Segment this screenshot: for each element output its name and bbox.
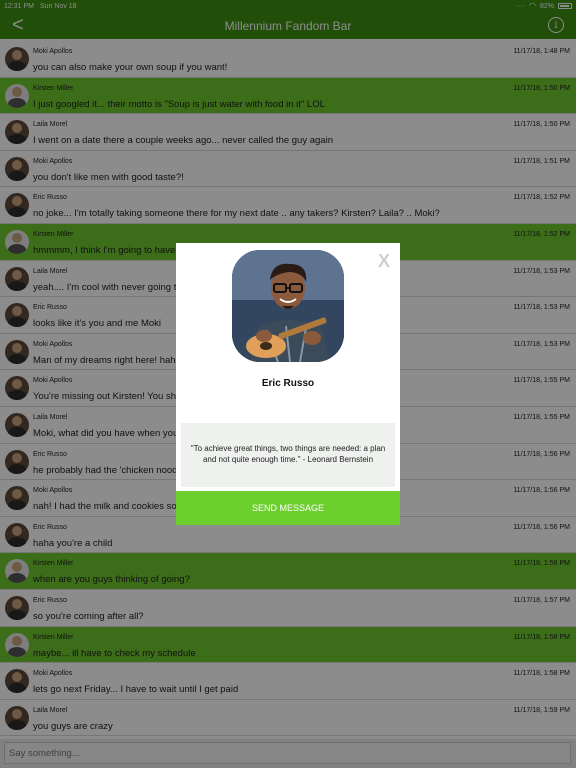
send-message-button[interactable]: SEND MESSAGE — [176, 491, 400, 525]
profile-photo-illustration — [232, 250, 344, 362]
profile-name: Eric Russo — [261, 378, 315, 389]
profile-modal: X Eric Russo "To achieve great things, t… — [176, 243, 400, 525]
profile-photo — [232, 250, 344, 362]
profile-quote-box: "To achieve great things, two things are… — [181, 423, 395, 487]
close-icon[interactable]: X — [378, 251, 390, 272]
profile-quote: "To achieve great things, two things are… — [190, 444, 386, 464]
